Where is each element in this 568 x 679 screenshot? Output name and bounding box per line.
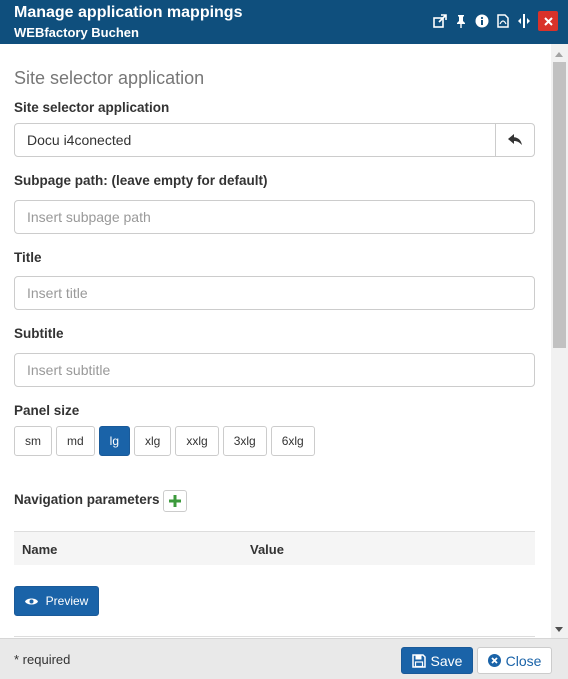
reply-icon xyxy=(508,134,522,145)
required-note: * required xyxy=(14,652,71,667)
close-icon[interactable] xyxy=(538,11,558,31)
dialog-footer: * required Save Close xyxy=(0,638,568,679)
resize-icon[interactable] xyxy=(513,10,534,32)
subtitle-label: Subtitle xyxy=(14,326,64,341)
parameters-table-header: Name Value xyxy=(14,531,535,565)
subpage-label: Subpage path: (leave empty for default) xyxy=(14,173,268,188)
save-icon xyxy=(411,653,426,668)
dialog-header: Manage application mappings WEBfactory B… xyxy=(0,0,568,44)
column-header-name: Name xyxy=(22,542,58,557)
close-circle-icon xyxy=(487,654,501,667)
panel-size-3xlg[interactable]: 3xlg xyxy=(222,426,267,456)
save-label: Save xyxy=(430,652,463,669)
panel-size-md[interactable]: md xyxy=(56,426,95,456)
panel-size-lg[interactable]: lg xyxy=(98,426,131,456)
add-parameter-button[interactable] xyxy=(163,490,187,512)
site-selector-group xyxy=(14,123,535,157)
plus-icon xyxy=(169,495,181,507)
pdf-icon[interactable] xyxy=(492,10,513,32)
dialog-body: Site selector application Site selector … xyxy=(0,44,551,638)
panel-size-label: Panel size xyxy=(14,403,80,418)
site-selector-label: Site selector application xyxy=(14,100,170,115)
info-icon[interactable] xyxy=(471,10,492,32)
panel-size-xlg[interactable]: xlg xyxy=(134,426,172,456)
panel-size-xxlg[interactable]: xxlg xyxy=(175,426,219,456)
dialog-title: Manage application mappings xyxy=(14,4,243,21)
panel-size-sm[interactable]: sm xyxy=(14,426,52,456)
scroll-down-icon[interactable] xyxy=(555,627,563,632)
header-toolbar xyxy=(429,10,558,32)
scroll-up-icon[interactable] xyxy=(555,52,563,57)
external-link-icon[interactable] xyxy=(429,10,450,32)
title-label: Title xyxy=(14,250,42,265)
panel-size-6xlg[interactable]: 6xlg xyxy=(270,426,315,456)
scrollbar-thumb[interactable] xyxy=(553,62,566,348)
preview-button[interactable]: Preview xyxy=(14,586,99,616)
preview-label: Preview xyxy=(45,594,89,608)
divider xyxy=(14,636,535,637)
site-selector-input[interactable] xyxy=(14,123,496,157)
column-header-value: Value xyxy=(250,542,284,557)
vertical-scrollbar[interactable] xyxy=(551,44,568,638)
section-title: Site selector application xyxy=(14,68,205,88)
panel-size-group: sm md lg xlg xxlg 3xlg 6xlg xyxy=(14,426,319,456)
subpage-input[interactable] xyxy=(14,200,535,234)
pin-icon[interactable] xyxy=(450,10,471,32)
navigation-parameters-label: Navigation parameters xyxy=(14,492,160,507)
dialog-subtitle: WEBfactory Buchen xyxy=(14,25,139,40)
eye-icon xyxy=(24,598,38,604)
close-button[interactable]: Close xyxy=(477,647,552,674)
close-label: Close xyxy=(505,652,542,669)
title-input[interactable] xyxy=(14,276,535,310)
reply-button[interactable] xyxy=(495,123,535,157)
save-button[interactable]: Save xyxy=(401,647,473,674)
subtitle-input[interactable] xyxy=(14,353,535,387)
